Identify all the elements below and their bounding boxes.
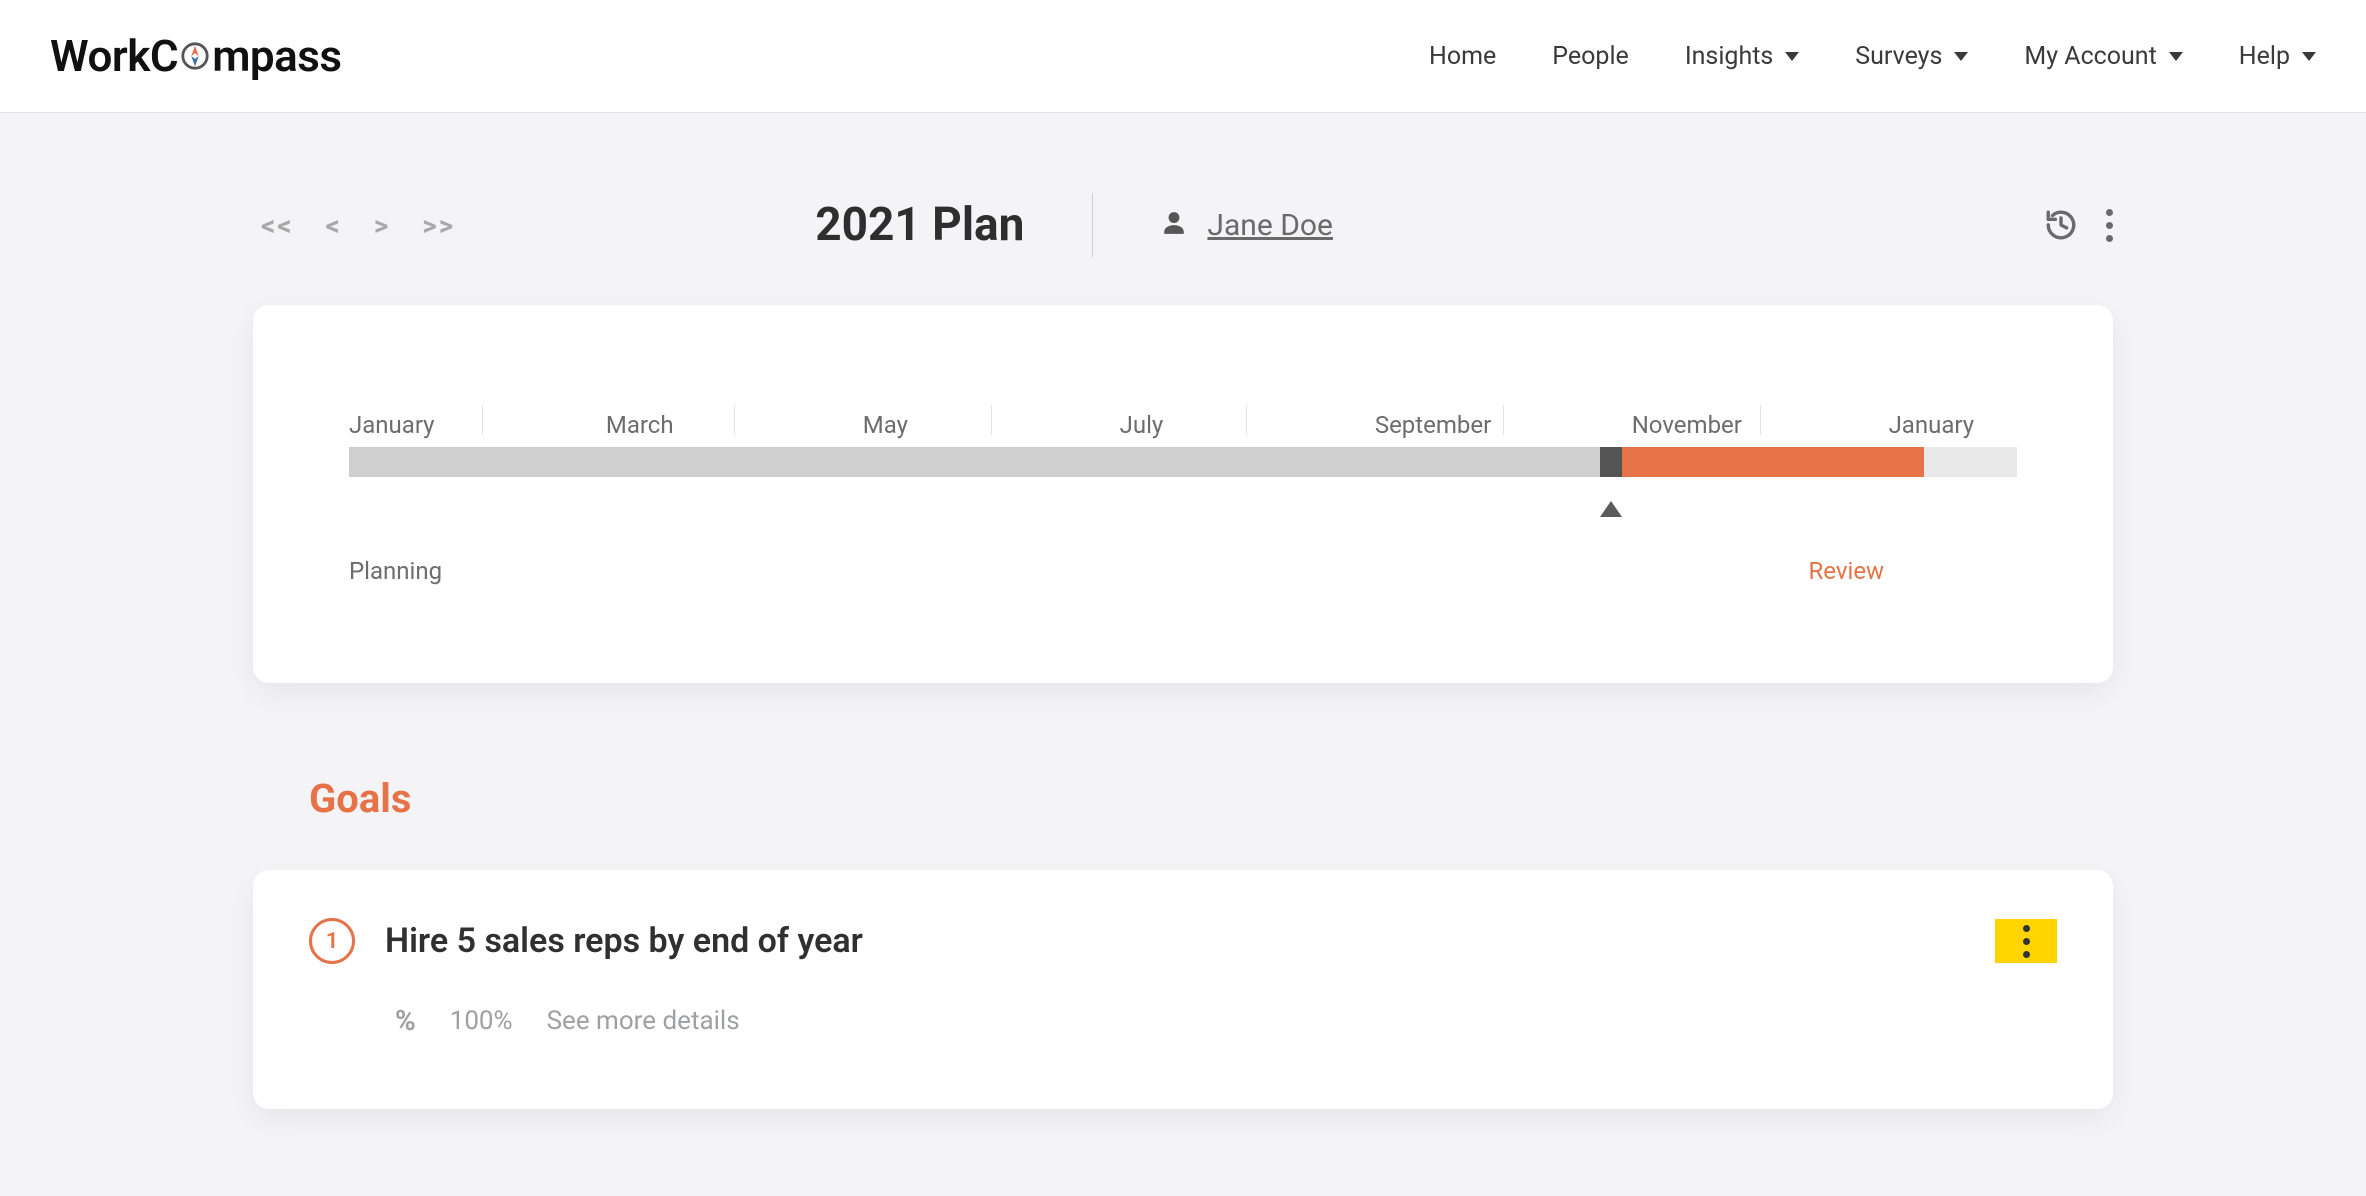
nav-account[interactable]: My Account <box>2024 42 2182 71</box>
nav-surveys[interactable]: Surveys <box>1855 42 1968 71</box>
nav-help[interactable]: Help <box>2239 42 2316 71</box>
pager-last[interactable]: >> <box>422 209 455 242</box>
person-icon <box>1161 209 1187 241</box>
goal-card: 1 Hire 5 sales reps by end of year % 100… <box>253 870 2113 1109</box>
topbar: WorkC mpass Home People Insights Surveys… <box>0 0 2366 113</box>
month-label: July <box>1120 411 1164 439</box>
current-date-indicator <box>1600 501 1622 517</box>
chevron-down-icon <box>1785 52 1799 61</box>
nav-help-label: Help <box>2239 42 2290 71</box>
goals-section-title: Goals <box>309 775 2113 822</box>
main-nav: Home People Insights Surveys My Account … <box>1429 42 2316 71</box>
timeline-month-labels: January March May July September Novembe… <box>349 411 2017 447</box>
nav-home-label: Home <box>1429 42 1496 71</box>
history-icon[interactable] <box>2044 208 2078 242</box>
kebab-icon <box>2106 209 2113 242</box>
timeline-review-segment <box>1622 447 1924 477</box>
goal-number: 1 <box>309 918 355 964</box>
month-label: May <box>863 411 908 439</box>
see-more-details[interactable]: See more details <box>547 1006 740 1036</box>
nav-surveys-label: Surveys <box>1855 42 1942 71</box>
chevron-down-icon <box>2169 52 2183 61</box>
month-label: November <box>1632 411 1742 439</box>
goal-header: 1 Hire 5 sales reps by end of year <box>309 918 2057 964</box>
timeline-marker-row <box>349 501 2017 541</box>
more-menu[interactable] <box>2106 209 2113 242</box>
plan-user: Jane Doe <box>1161 208 1333 243</box>
percent-icon: % <box>395 1004 416 1037</box>
pager-first[interactable]: << <box>261 209 294 242</box>
page: << < > >> 2021 Plan Jane Doe <box>253 113 2113 1109</box>
pager-prev[interactable]: < <box>326 209 342 242</box>
plan-header: << < > >> 2021 Plan Jane Doe <box>253 193 2113 257</box>
timeline: January March May July September Novembe… <box>283 351 2083 637</box>
nav-account-label: My Account <box>2024 42 2156 71</box>
timeline-card: January March May July September Novembe… <box>253 305 2113 683</box>
brand-suffix: mpass <box>212 30 341 82</box>
goal-title: Hire 5 sales reps by end of year <box>385 921 863 961</box>
plan-pager: << < > >> <box>253 209 455 242</box>
month-label: January <box>349 411 435 439</box>
nav-people[interactable]: People <box>1552 42 1629 71</box>
timeline-future-segment <box>1924 447 2017 477</box>
phase-review[interactable]: Review <box>1809 557 1885 585</box>
nav-people-label: People <box>1552 42 1629 71</box>
brand-logo[interactable]: WorkC mpass <box>50 30 342 82</box>
divider <box>1092 193 1093 257</box>
phase-planning: Planning <box>349 557 442 585</box>
month-label: January <box>1889 411 1975 439</box>
compass-icon <box>180 41 210 71</box>
goal-menu-button[interactable] <box>1995 919 2057 963</box>
month-label: March <box>606 411 674 439</box>
kebab-icon <box>2023 925 2030 958</box>
timeline-phase-labels: Planning Review <box>349 557 2017 593</box>
goal-percent: 100% <box>450 1006 513 1036</box>
pager-next[interactable]: > <box>374 209 390 242</box>
nav-home[interactable]: Home <box>1429 42 1496 71</box>
brand-prefix: WorkC <box>50 30 178 82</box>
nav-insights[interactable]: Insights <box>1685 42 1799 71</box>
goal-subrow: % 100% See more details <box>395 1004 2057 1037</box>
chevron-down-icon <box>2302 52 2316 61</box>
plan-user-name[interactable]: Jane Doe <box>1207 208 1333 243</box>
plan-actions <box>2044 208 2113 242</box>
chevron-down-icon <box>1954 52 1968 61</box>
nav-insights-label: Insights <box>1685 42 1773 71</box>
month-label: September <box>1375 411 1491 439</box>
plan-title: 2021 Plan <box>815 198 1024 252</box>
timeline-current-marker <box>1600 447 1622 477</box>
timeline-bar <box>349 447 2017 477</box>
